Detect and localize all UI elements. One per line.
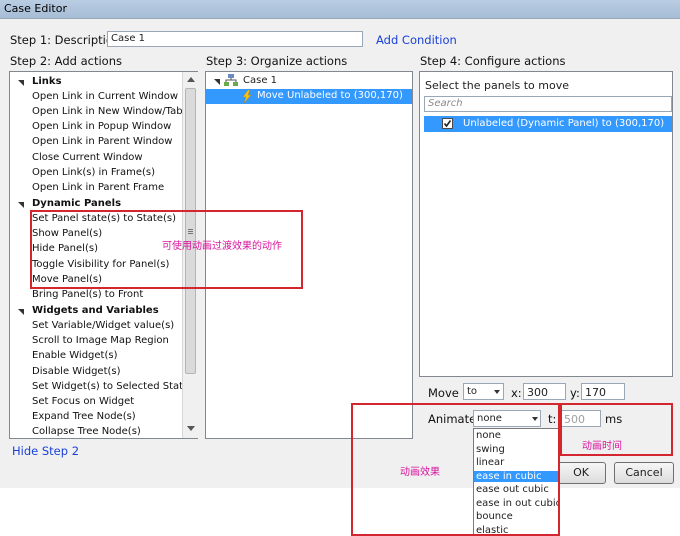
background-area xyxy=(0,488,680,536)
move-action-item[interactable]: Move Unlabeled to (300,170) xyxy=(257,90,403,101)
action-item[interactable]: Open Link in Parent Window xyxy=(32,136,172,147)
scroll-up-icon[interactable] xyxy=(187,77,195,82)
checkmark-icon xyxy=(443,120,452,128)
configure-panel: Select the panels to move Search Unlabel… xyxy=(419,71,673,377)
category-links[interactable]: Links xyxy=(32,76,62,87)
step2-label: Step 2: Add actions xyxy=(10,54,122,68)
x-label: x: xyxy=(511,386,522,400)
action-item[interactable]: Open Link in Popup Window xyxy=(32,121,171,132)
category-dynamic-panels[interactable]: Dynamic Panels xyxy=(32,198,121,209)
action-item[interactable]: Close Current Window xyxy=(32,152,143,163)
panel-checkbox[interactable] xyxy=(442,118,453,129)
action-item[interactable]: Expand Tree Node(s) xyxy=(32,411,136,422)
action-item[interactable]: Bring Panel(s) to Front xyxy=(32,289,143,300)
add-condition-link[interactable]: Add Condition xyxy=(376,33,457,47)
step4-label: Step 4: Configure actions xyxy=(420,54,566,68)
move-mode-value: to xyxy=(467,386,478,397)
action-item[interactable]: Enable Widget(s) xyxy=(32,350,117,361)
title-bar xyxy=(0,0,680,18)
panel-search-input[interactable]: Search xyxy=(424,96,672,112)
step1-label: Step 1: Description xyxy=(10,33,121,47)
dropdown-icon xyxy=(494,390,500,394)
action-item[interactable]: Collapse Tree Node(s) xyxy=(32,426,141,437)
scroll-down-icon[interactable] xyxy=(187,426,195,431)
animation-time-annotation: 动画时间 xyxy=(582,441,622,452)
collapse-icon[interactable] xyxy=(214,79,220,85)
action-item[interactable]: Set Widget(s) to Selected State xyxy=(32,381,189,392)
action-item[interactable]: Set Focus on Widget xyxy=(32,396,134,407)
y-label: y: xyxy=(570,386,580,400)
step3-label: Step 3: Organize actions xyxy=(206,54,348,68)
select-panels-label: Select the panels to move xyxy=(425,79,569,92)
hide-step2-link[interactable]: Hide Step 2 xyxy=(12,444,79,458)
animation-effect-highlight xyxy=(351,403,560,536)
move-mode-select[interactable]: to xyxy=(463,383,504,400)
action-item[interactable]: Open Link in New Window/Tab xyxy=(32,106,183,117)
panel-item-label: Unlabeled (Dynamic Panel) to (300,170) xyxy=(463,118,665,129)
description-input[interactable]: Case 1 xyxy=(107,31,363,47)
action-item[interactable]: Disable Widget(s) xyxy=(32,366,121,377)
collapse-icon[interactable] xyxy=(18,309,24,315)
x-input[interactable]: 300 xyxy=(523,383,566,400)
action-item[interactable]: Open Link in Parent Frame xyxy=(32,182,164,193)
collapse-icon[interactable] xyxy=(18,80,24,86)
lightning-icon xyxy=(242,90,252,103)
action-item[interactable]: Set Variable/Widget value(s) xyxy=(32,320,174,331)
case-icon xyxy=(224,74,238,86)
cancel-button[interactable]: Cancel xyxy=(614,462,674,484)
collapse-icon[interactable] xyxy=(18,202,24,208)
panel-actions-annotation: 可使用动画过渡效果的动作 xyxy=(162,241,282,252)
animation-effect-annotation: 动画效果 xyxy=(400,467,440,478)
ok-button[interactable]: OK xyxy=(556,462,606,484)
window-title: Case Editor xyxy=(4,2,67,15)
close-button[interactable] xyxy=(600,0,680,18)
category-widgets[interactable]: Widgets and Variables xyxy=(32,305,159,316)
move-label: Move xyxy=(428,386,459,400)
y-input[interactable]: 170 xyxy=(581,383,625,400)
action-item[interactable]: Scroll to Image Map Region xyxy=(32,335,169,346)
case-node[interactable]: Case 1 xyxy=(243,75,277,86)
action-item[interactable]: Open Link(s) in Frame(s) xyxy=(32,167,155,178)
action-item[interactable]: Open Link in Current Window xyxy=(32,91,178,102)
